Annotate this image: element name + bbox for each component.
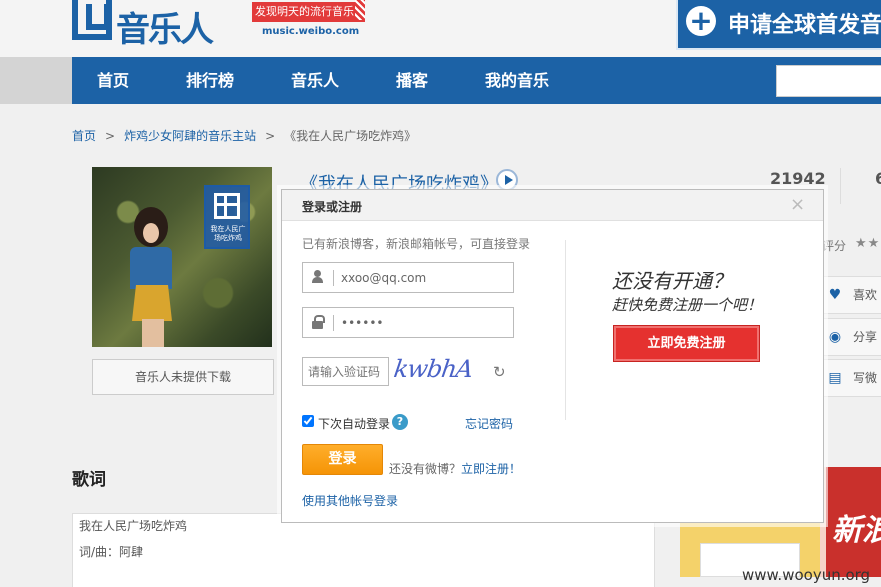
heart-icon: ♥ xyxy=(828,287,842,303)
dialog-header: 登录或注册 × xyxy=(282,190,823,221)
write-label: 写微 xyxy=(853,371,878,385)
captcha-image[interactable]: kwbhA xyxy=(392,355,492,385)
left-gutter xyxy=(0,57,72,104)
nav-item-podcasts[interactable]: 播客 xyxy=(396,57,428,104)
free-register-button[interactable]: 立即免费注册 xyxy=(613,325,760,362)
stat-divider xyxy=(840,168,841,204)
field-separator xyxy=(333,270,334,286)
no-weibo-text: 还没有微博？立即注册！ xyxy=(389,460,521,477)
lyrics-line: 我在人民广场吃炸鸡 xyxy=(79,519,188,533)
no-download-button[interactable]: 音乐人未提供下载 xyxy=(92,359,274,395)
breadcrumb-separator: > xyxy=(105,129,116,143)
score-label: 评分 xyxy=(822,239,847,253)
write-weibo-button[interactable]: ▤ 写微 xyxy=(822,359,881,397)
user-icon xyxy=(312,270,324,284)
register-heading: 还没有开通？ xyxy=(612,269,732,293)
lyrics-heading: 歌词 xyxy=(72,470,106,490)
breadcrumb-current: 《我在人民广场吃炸鸡》 xyxy=(284,129,417,143)
password-field[interactable] xyxy=(302,307,514,338)
watermark: www.wooyun.org xyxy=(742,566,871,584)
lyrics-line: 词/曲：阿肆 xyxy=(79,545,144,559)
like-button[interactable]: ♥ 喜欢 xyxy=(822,276,881,314)
other-account-login-link[interactable]: 使用其他帐号登录 xyxy=(302,492,398,509)
username-input[interactable] xyxy=(341,267,509,289)
refresh-icon[interactable]: ↻ xyxy=(493,364,509,380)
close-icon[interactable]: × xyxy=(790,194,805,215)
login-dialog: 登录或注册 × 已有新浪博客，新浪邮箱帐号，可直接登录 kwbhA ↻ 下次自动… xyxy=(281,189,824,523)
register-subheading: 赶快免费注册一个吧！ xyxy=(612,296,763,314)
main-nav: 首页 排行榜 音乐人 播客 我的音乐 xyxy=(72,57,881,104)
breadcrumb-artist-link[interactable]: 炸鸡少女阿肆的音乐主站 xyxy=(124,129,256,143)
apply-first-release-button[interactable]: + 申请全球首发音乐 xyxy=(676,0,881,50)
captcha-input[interactable] xyxy=(308,362,384,382)
weibo-icon: ◉ xyxy=(828,329,842,345)
nav-item-my-music[interactable]: 我的音乐 xyxy=(485,57,549,104)
breadcrumb-separator: > xyxy=(265,129,276,143)
logo-text: 音乐人 xyxy=(116,10,214,50)
rating-stars[interactable]: ★★ xyxy=(855,236,880,251)
secondary-count: 6 xyxy=(875,169,881,188)
search-input[interactable] xyxy=(776,65,881,97)
like-label: 喜欢 xyxy=(853,288,878,302)
comment-icon: ▤ xyxy=(828,370,842,386)
breadcrumb: 首页 > 炸鸡少女阿肆的音乐主站 > 《我在人民广场吃炸鸡》 xyxy=(72,127,416,144)
register-now-link[interactable]: 立即注册！ xyxy=(461,462,521,476)
apply-banner-label: 申请全球首发音乐 xyxy=(728,13,881,38)
logo-slogan: 发现明天的流行音乐 xyxy=(252,2,365,22)
play-count: 21942 xyxy=(770,169,826,188)
login-button[interactable]: 登录 xyxy=(302,444,383,475)
breadcrumb-home-link[interactable]: 首页 xyxy=(72,129,96,143)
ad-text: 新浪 xyxy=(832,513,881,548)
nav-item-charts[interactable]: 排行榜 xyxy=(186,57,234,104)
dialog-title: 登录或注册 xyxy=(302,200,363,214)
login-hint: 已有新浪博客，新浪邮箱帐号，可直接登录 xyxy=(302,237,531,251)
cover-figure-legs xyxy=(142,319,164,347)
cover-figure-face xyxy=(143,223,159,243)
nav-item-home[interactable]: 首页 xyxy=(97,57,129,104)
share-button[interactable]: ◉ 分享 xyxy=(822,318,881,356)
logo-url: music.weibo.com xyxy=(262,26,360,37)
cover-title-text: 我在人民广场吃炸鸡 xyxy=(210,225,246,242)
forgot-password-link[interactable]: 忘记密码 xyxy=(465,415,513,432)
field-separator xyxy=(333,315,334,331)
cover-title-tag: 我在人民广场吃炸鸡 xyxy=(204,185,250,249)
share-label: 分享 xyxy=(853,330,878,344)
help-icon[interactable]: ? xyxy=(392,414,408,430)
nav-item-musicians[interactable]: 音乐人 xyxy=(291,57,339,104)
plus-icon: + xyxy=(686,6,716,36)
password-input[interactable] xyxy=(341,312,509,334)
play-icon[interactable] xyxy=(496,169,518,191)
remember-label: 下次自动登录 xyxy=(318,417,391,431)
logo-mark-icon xyxy=(72,0,112,40)
dialog-divider xyxy=(565,240,566,420)
cover-grid-icon xyxy=(214,193,240,219)
slogan-decoration xyxy=(355,0,365,20)
no-weibo-prefix: 还没有微博？ xyxy=(389,462,462,476)
captcha-field[interactable] xyxy=(302,357,389,386)
cover-figure-top xyxy=(130,247,172,289)
lyrics-box: 我在人民广场吃炸鸡 词/曲：阿肆 xyxy=(72,513,655,587)
album-cover[interactable]: 我在人民广场吃炸鸡 xyxy=(92,167,272,347)
lock-icon xyxy=(312,315,325,329)
cover-figure-skirt xyxy=(132,285,172,321)
captcha-text: kwbhA xyxy=(392,355,475,383)
username-field[interactable] xyxy=(302,262,514,293)
remember-checkbox[interactable] xyxy=(302,415,314,427)
